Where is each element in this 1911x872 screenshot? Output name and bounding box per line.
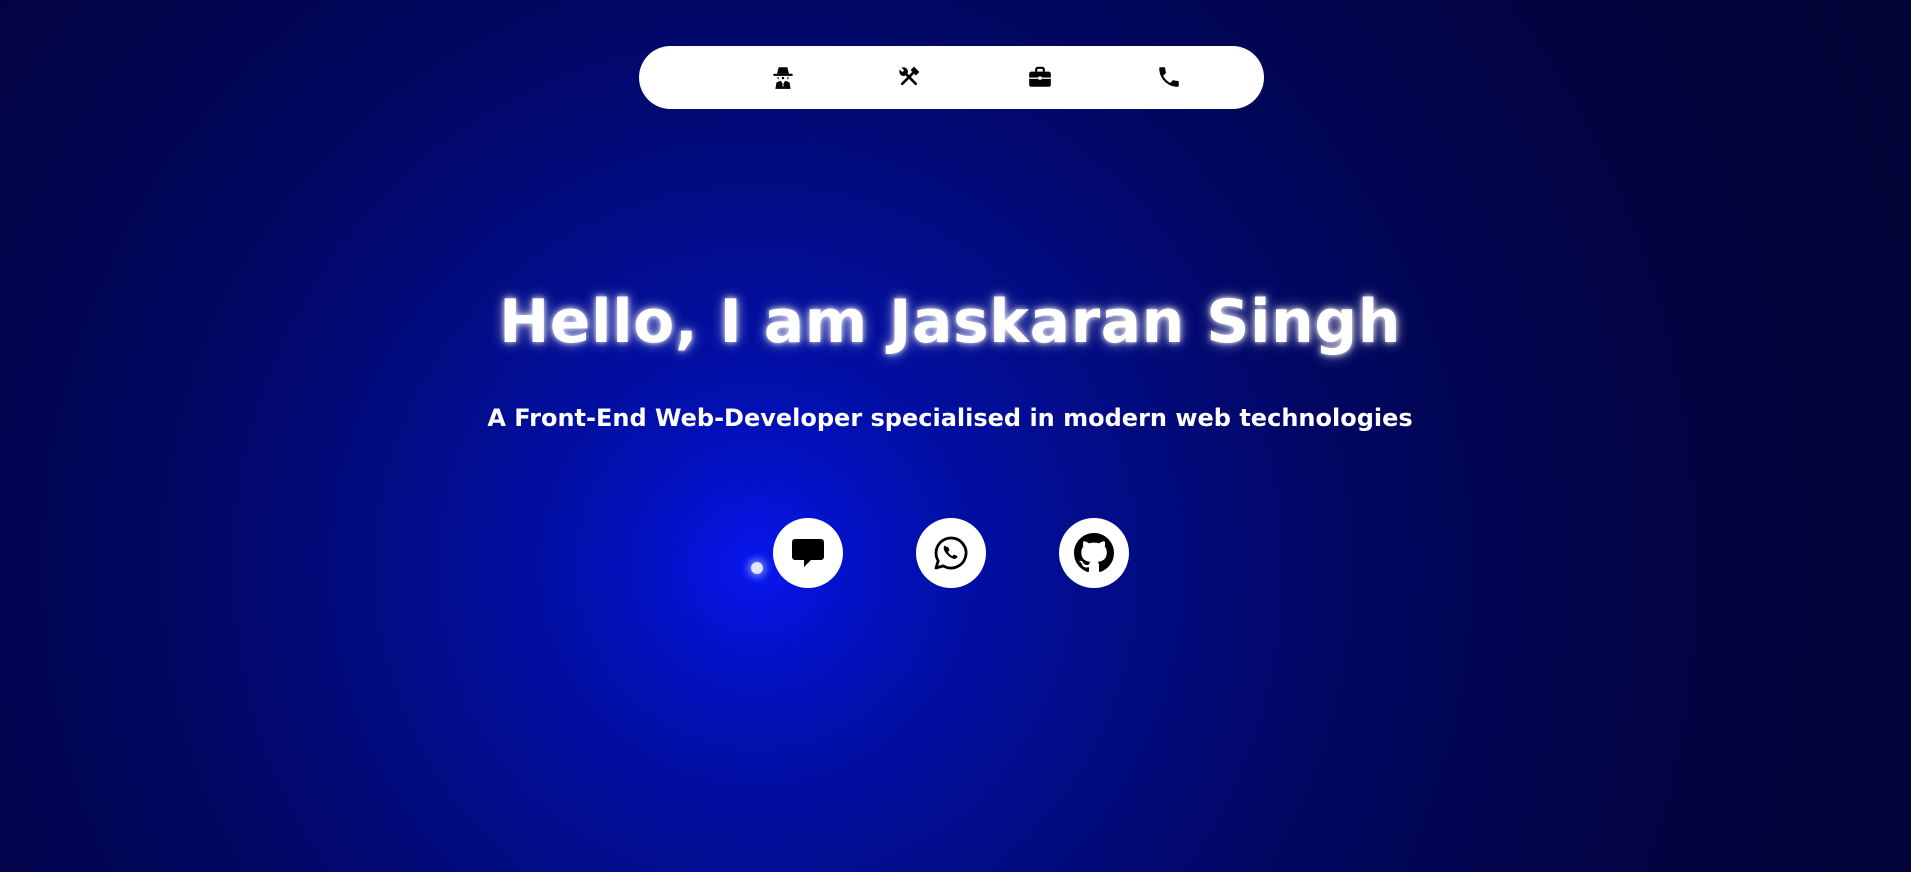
nav-item-about[interactable] [766,60,800,94]
user-secret-icon [773,67,793,89]
whatsapp-button[interactable] [916,518,986,588]
github-icon [1074,533,1114,573]
nav-item-skills[interactable] [892,60,926,94]
top-navbar [639,46,1264,109]
phone-icon [1159,67,1179,87]
hero-title: Hello, I am Jaskaran Singh [499,287,1401,357]
nav-item-projects[interactable] [1023,60,1057,94]
cursor-dot [751,562,763,574]
github-button[interactable] [1059,518,1129,588]
whatsapp-icon [934,536,968,570]
message-button[interactable] [773,518,843,588]
briefcase-icon [1029,66,1051,87]
tools-icon [899,66,920,86]
hero-subtitle: A Front-End Web-Developer specialised in… [487,404,1413,432]
nav-item-contact[interactable] [1152,60,1186,94]
message-icon [792,539,824,567]
